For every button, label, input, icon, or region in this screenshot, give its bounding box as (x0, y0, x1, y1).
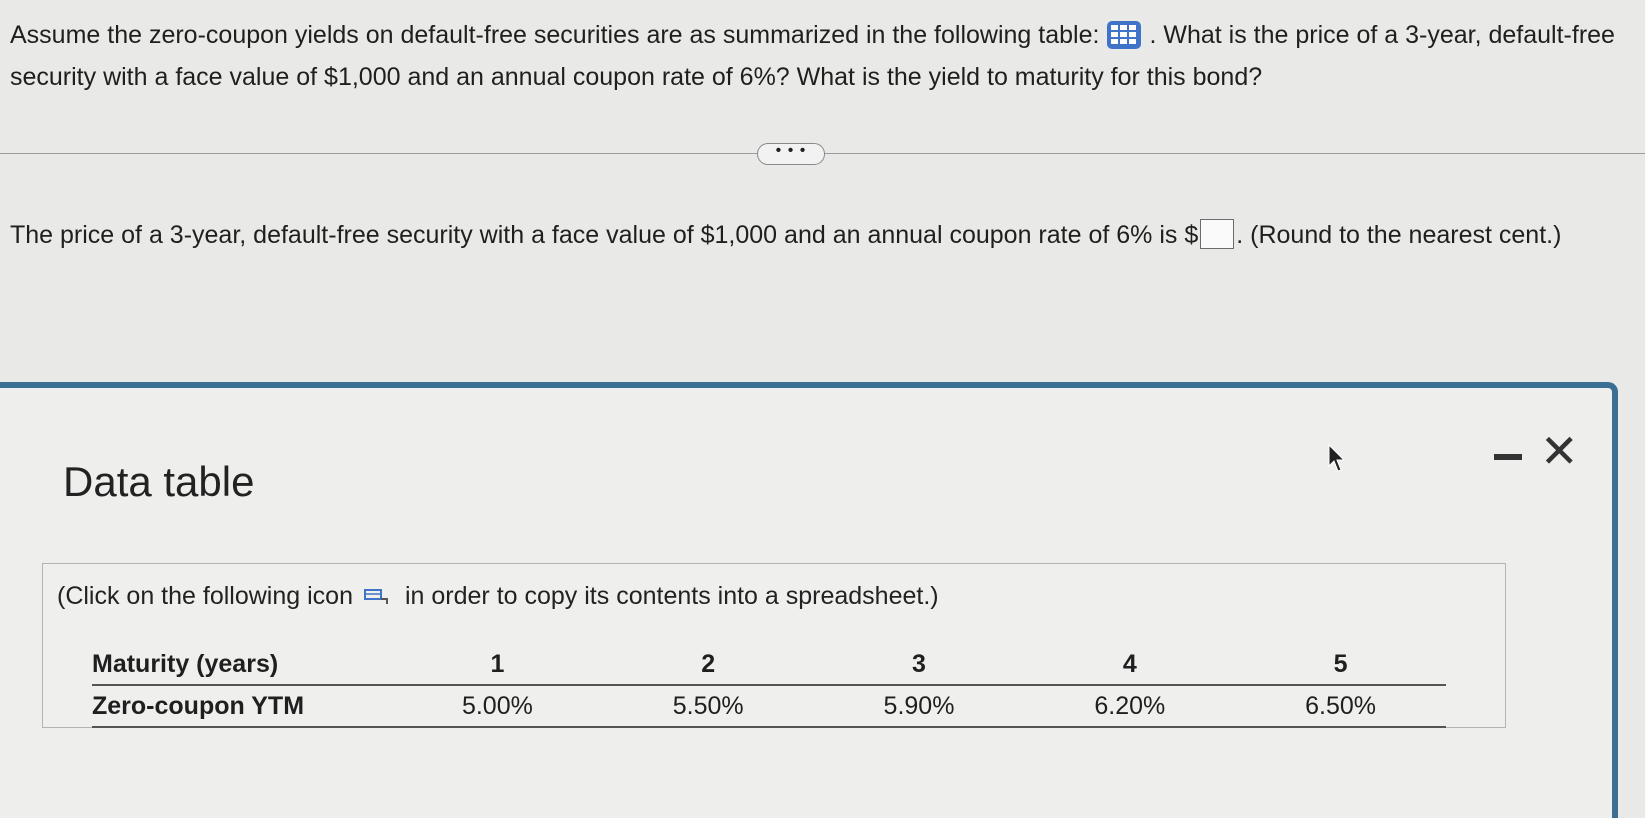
popup-title: Data table (63, 458, 255, 505)
more-button[interactable]: • • • (757, 143, 825, 165)
answer-prefix: The price of a 3-year, default-free secu… (10, 221, 1199, 249)
zero-coupon-table: Maturity (years) 1 2 3 4 5 Zero-coupon Y… (92, 644, 1446, 728)
table-row: Zero-coupon YTM 5.00% 5.50% 5.90% 6.20% … (92, 685, 1446, 728)
copy-spreadsheet-icon[interactable] (361, 584, 391, 604)
answer-suffix: . (Round to the nearest cent.) (1236, 221, 1562, 249)
table-header-row: Maturity (years) 1 2 3 4 5 (92, 644, 1446, 686)
answer-text: The price of a 3-year, default-free secu… (10, 214, 1610, 256)
maturity-cell: 2 (602, 644, 814, 686)
instruction-before: (Click on the following icon (57, 582, 353, 610)
table-grid-icon[interactable] (1107, 21, 1142, 49)
data-table-popup: Data table ✕ (Click on the following ico… (0, 382, 1618, 818)
minimize-icon (1494, 454, 1522, 460)
close-icon: ✕ (1540, 425, 1579, 477)
ytm-cell: 6.50% (1235, 685, 1446, 728)
minimize-button[interactable] (1492, 450, 1526, 464)
ytm-row-label: Zero-coupon YTM (92, 685, 392, 728)
ytm-cell: 5.50% (602, 685, 814, 728)
ytm-cell: 5.00% (392, 685, 603, 728)
question-text: Assume the zero-coupon yields on default… (10, 14, 1630, 98)
ytm-cell: 5.90% (813, 685, 1025, 728)
copy-instruction: (Click on the following icon in order to … (57, 582, 939, 611)
maturity-cell: 3 (813, 644, 1025, 686)
price-input[interactable] (1200, 219, 1235, 249)
maturity-cell: 5 (1235, 644, 1446, 686)
question-part1: Assume the zero-coupon yields on default… (10, 21, 1100, 49)
maturity-header: Maturity (years) (92, 644, 392, 686)
ytm-cell: 6.20% (1024, 685, 1236, 728)
maturity-cell: 1 (392, 644, 603, 686)
instruction-after: in order to copy its contents into a spr… (404, 582, 939, 610)
mouse-cursor-icon (1328, 443, 1348, 477)
table-container: (Click on the following icon in order to … (42, 563, 1506, 728)
maturity-cell: 4 (1024, 644, 1236, 686)
close-button[interactable]: ✕ (1540, 428, 1579, 474)
